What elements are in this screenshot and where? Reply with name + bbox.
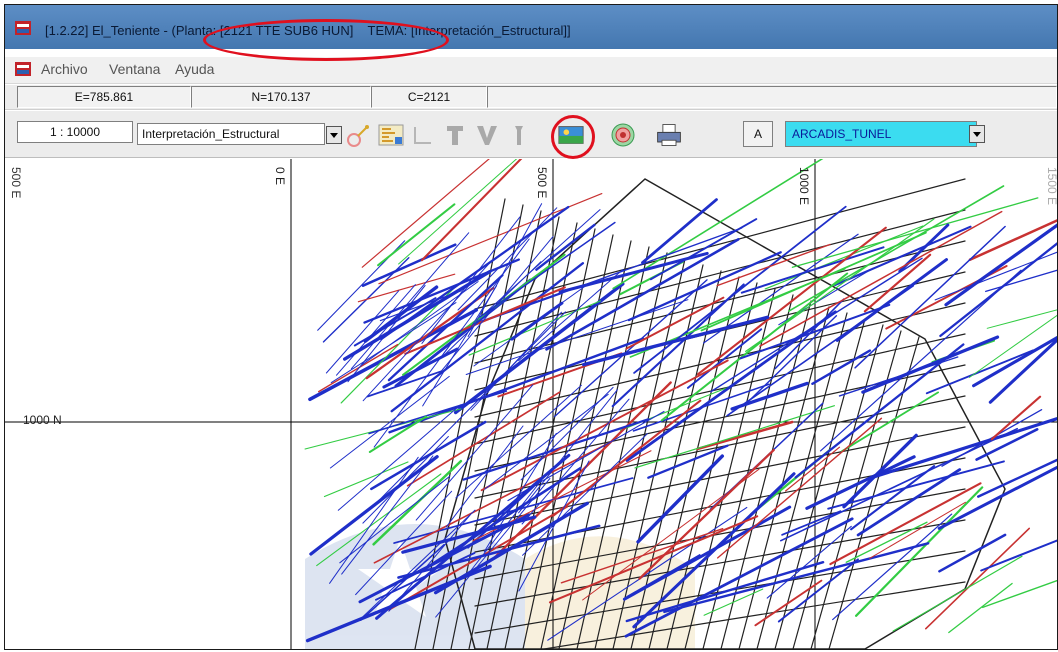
grid-label-1500e: 1500 E	[1045, 167, 1057, 206]
theme-select-arrow[interactable]	[326, 126, 342, 144]
grid-label-1000n: 1000 N	[23, 413, 62, 427]
map-canvas[interactable]: 500 E 0 E 500 E 1000 E 1500 E 1000 N	[5, 159, 1057, 649]
status-extra-field	[487, 86, 1057, 108]
scale-field[interactable]: 1 : 10000	[17, 121, 133, 143]
structure-line	[330, 302, 457, 384]
theme-select[interactable]: Interpretación_Estructural	[137, 123, 325, 145]
window-title: [1.2.22] El_Teniente - (Planta: [2121 TT…	[45, 23, 571, 38]
structure-line	[368, 390, 508, 435]
title-bar[interactable]: [1.2.22] El_Teniente - (Planta: [2121 TT…	[5, 5, 1057, 49]
structure-line	[939, 242, 1057, 338]
grid-label-0e: 0 E	[273, 167, 287, 186]
title-prefix: [1.2.22] El_Teniente -	[45, 23, 172, 38]
east-coordinate: E=785.861	[17, 86, 191, 108]
structure-line	[784, 446, 841, 492]
structure-line	[362, 436, 449, 524]
menu-archivo[interactable]: Archivo	[41, 61, 88, 77]
structure-line	[779, 427, 1019, 542]
structure-line	[535, 223, 596, 271]
structure-line	[869, 501, 966, 559]
grid-label-x-neg: 500 E	[9, 167, 23, 199]
title-planta: (Planta: [2121 TTE SUB6 HUN]	[171, 23, 354, 38]
structure-line	[379, 290, 462, 322]
structure-line	[835, 258, 948, 342]
structure-line	[842, 433, 918, 509]
structure-line	[892, 555, 1023, 632]
app-window: [1.2.22] El_Teniente - (Planta: [2121 TT…	[4, 4, 1058, 650]
structure-line	[924, 527, 1030, 630]
structure-line	[636, 454, 724, 544]
structure-line	[811, 349, 872, 386]
structure-line	[986, 309, 1057, 329]
structure-line	[754, 579, 823, 627]
tunnel-crosscut	[474, 333, 966, 445]
pin-tool-icon[interactable]	[505, 121, 533, 149]
elevation-coordinate: C=2121	[371, 86, 487, 108]
structure-line	[948, 582, 1013, 634]
menu-ayuda[interactable]: Ayuda	[175, 61, 214, 77]
print-icon[interactable]	[655, 121, 683, 149]
structure-line	[323, 461, 409, 498]
tunnel-drift	[828, 336, 920, 649]
structure-line	[387, 274, 504, 382]
measure-icon[interactable]	[345, 121, 373, 149]
menu-bar: Archivo Ventana Ayuda	[5, 57, 1057, 84]
structure-line	[377, 203, 456, 267]
target-icon[interactable]	[609, 121, 637, 149]
map-drawing[interactable]	[5, 159, 1057, 649]
layer-select-arrow[interactable]	[969, 125, 985, 143]
layer-select[interactable]: ARCADIS_TUNEL	[785, 121, 977, 147]
menu-ventana[interactable]: Ventana	[109, 61, 160, 77]
structure-line	[788, 185, 1005, 312]
structure-line	[988, 337, 1057, 404]
structure-line	[552, 399, 702, 517]
structure-line	[972, 335, 1057, 388]
legend-icon[interactable]	[377, 121, 405, 149]
app-icon	[15, 21, 31, 35]
title-tema: TEMA: [Interpretación_Estructural]]	[353, 23, 571, 38]
toolbar: 1 : 10000 Interpretación_Estructural A A…	[5, 111, 1057, 158]
structure-line	[363, 258, 520, 324]
structure-line	[633, 205, 847, 374]
menu-app-icon[interactable]	[15, 62, 31, 76]
text-tool-icon[interactable]	[441, 121, 469, 149]
structure-line	[337, 404, 462, 511]
structure-line	[632, 383, 770, 432]
font-button[interactable]: A	[743, 121, 773, 147]
image-export-icon[interactable]	[557, 121, 585, 149]
grid-label-500e: 500 E	[535, 167, 549, 199]
structure-line	[854, 225, 1006, 369]
structure-line	[982, 579, 1057, 609]
coordinate-bar: E=785.861 N=170.137 C=2121	[5, 85, 1057, 110]
vertex-tool-icon[interactable]	[473, 121, 501, 149]
structure-line	[361, 243, 457, 287]
grid-label-1000e: 1000 E	[797, 167, 811, 206]
dim-tool-icon[interactable]	[409, 121, 437, 149]
structure-line	[850, 465, 936, 531]
north-coordinate: N=170.137	[191, 86, 371, 108]
